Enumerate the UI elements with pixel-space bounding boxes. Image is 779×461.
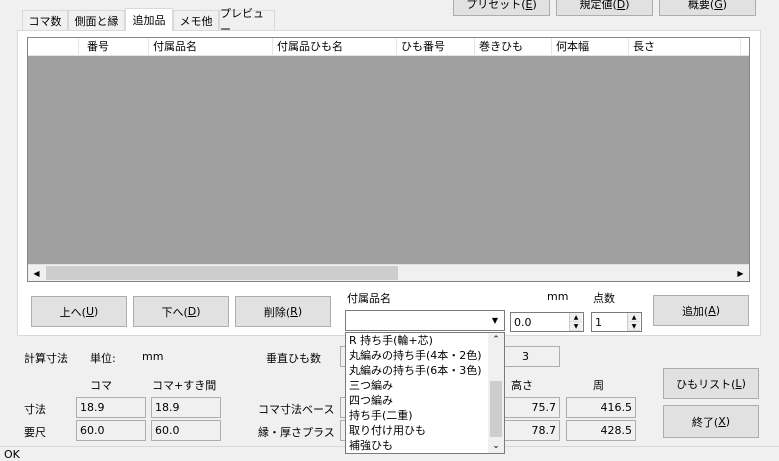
default-value-button[interactable]: 規定値(D) [556, 0, 653, 16]
scrollbar-thumb[interactable] [490, 381, 502, 437]
status-text: OK [4, 448, 20, 461]
col-header-koma-gap: コマ+すき間 [152, 379, 217, 392]
dropdown-item[interactable]: 三つ編み [346, 378, 488, 393]
unit-value: mm [142, 350, 164, 363]
grid-header-accessory-string-name[interactable]: 付属品ひも名 [273, 38, 397, 55]
dropdown-vertical-scrollbar[interactable]: ⌃ ⌄ [488, 333, 504, 453]
accessory-name-dropdown-list[interactable]: R 持ち手(輪+芯) 丸編みの持ち手(4本・2色) 丸編みの持ち手(6本・3色)… [345, 332, 505, 454]
unit-label: 単位: [90, 352, 116, 365]
koma-size-base-label: コマ寸法ベース [258, 403, 335, 416]
spin-down-icon[interactable]: ▼ [570, 322, 582, 331]
tab-koma-count[interactable]: コマ数 [22, 10, 68, 30]
dropdown-item[interactable]: 四つ編み [346, 393, 488, 408]
grid-horizontal-scrollbar[interactable]: ◀ ▶ [28, 264, 749, 281]
tab-memo-other[interactable]: メモ他 [173, 10, 219, 30]
perimeter-value-2: 428.5 [566, 420, 636, 441]
accessory-grid[interactable]: 番号 付属品名 付属品ひも名 ひも番号 巻きひも 何本幅 長さ ◀ ▶ [27, 37, 750, 282]
size-koma-value: 18.9 [76, 397, 146, 418]
tab-side-and-edge[interactable]: 側面と縁 [68, 10, 125, 30]
col-header-perimeter: 周 [593, 379, 604, 392]
scroll-right-icon[interactable]: ▶ [732, 265, 749, 281]
mm-label: mm [547, 290, 569, 303]
scroll-up-icon[interactable]: ⌃ [488, 333, 504, 347]
scrollbar-thumb[interactable] [46, 266, 398, 280]
move-up-button[interactable]: 上へ(U) [31, 296, 127, 327]
col-header-height: 高さ [511, 379, 533, 392]
dropdown-item[interactable]: 丸編みの持ち手(6本・3色) [346, 363, 488, 378]
spin-up-icon[interactable]: ▲ [628, 313, 640, 322]
row-label-size: 寸法 [24, 403, 46, 416]
grid-header-number[interactable]: 番号 [79, 38, 149, 55]
dropdown-item[interactable]: 取り付け用ひも [346, 423, 488, 438]
preset-button[interactable]: プリセット(E) [453, 0, 550, 16]
string-list-button[interactable]: ひもリスト(L) [663, 368, 759, 399]
perimeter-value-1: 416.5 [566, 397, 636, 418]
scroll-left-icon[interactable]: ◀ [28, 265, 45, 281]
size-koma-gap-value: 18.9 [151, 397, 221, 418]
tab-preview[interactable]: プレビュー [219, 7, 275, 36]
points-label: 点数 [593, 292, 615, 305]
exit-button[interactable]: 終了(X) [663, 405, 759, 438]
dropdown-item[interactable]: R 持ち手(輪+芯) [346, 333, 488, 348]
required-koma-gap-value: 60.0 [151, 420, 221, 441]
grid-header-rowselector [28, 38, 79, 55]
mm-numeric-input[interactable]: 0.0 ▲ ▼ [510, 312, 584, 332]
dropdown-item[interactable]: 丸編みの持ち手(4本・2色) [346, 348, 488, 363]
calc-title: 計算寸法 [24, 352, 68, 365]
grid-header-wrap-string[interactable]: 巻きひも [475, 38, 552, 55]
height-value-1: 75.7 [500, 397, 560, 418]
dropdown-item[interactable]: 持ち手(二重) [346, 408, 488, 423]
dropdown-item[interactable]: 補強ひも [346, 438, 488, 453]
spin-down-icon[interactable]: ▼ [628, 322, 640, 331]
tab-additional-items[interactable]: 追加品 [125, 8, 173, 31]
col-header-koma: コマ [90, 379, 112, 392]
add-button[interactable]: 追加(A) [653, 295, 749, 326]
height-value-2: 78.7 [500, 420, 560, 441]
vertical-strings-label: 垂直ひも数 [266, 352, 321, 365]
required-koma-value: 60.0 [76, 420, 146, 441]
grid-header-width-count[interactable]: 何本幅 [552, 38, 629, 55]
accessory-name-combobox[interactable]: ▼ [345, 310, 505, 331]
edge-thickness-plus-label: 縁・厚さプラス [258, 426, 335, 439]
chevron-down-icon[interactable]: ▼ [487, 312, 503, 329]
scroll-down-icon[interactable]: ⌄ [488, 439, 504, 453]
grid-header-string-number[interactable]: ひも番号 [397, 38, 475, 55]
grid-header-accessory-name[interactable]: 付属品名 [149, 38, 273, 55]
grid-header: 番号 付属品名 付属品ひも名 ひも番号 巻きひも 何本幅 長さ [28, 38, 749, 56]
accessory-name-label: 付属品名 [347, 292, 391, 305]
move-down-button[interactable]: 下へ(D) [133, 296, 229, 327]
mm-spinner[interactable]: ▲ ▼ [569, 313, 582, 331]
points-spinner[interactable]: ▲ ▼ [627, 313, 640, 331]
summary-button[interactable]: 概要(G) [659, 0, 756, 16]
grid-header-length[interactable]: 長さ [629, 38, 741, 55]
delete-button[interactable]: 削除(R) [235, 296, 331, 327]
points-numeric-input[interactable]: 1 ▲ ▼ [591, 312, 642, 332]
spin-up-icon[interactable]: ▲ [570, 313, 582, 322]
row-label-required: 要尺 [24, 426, 46, 439]
